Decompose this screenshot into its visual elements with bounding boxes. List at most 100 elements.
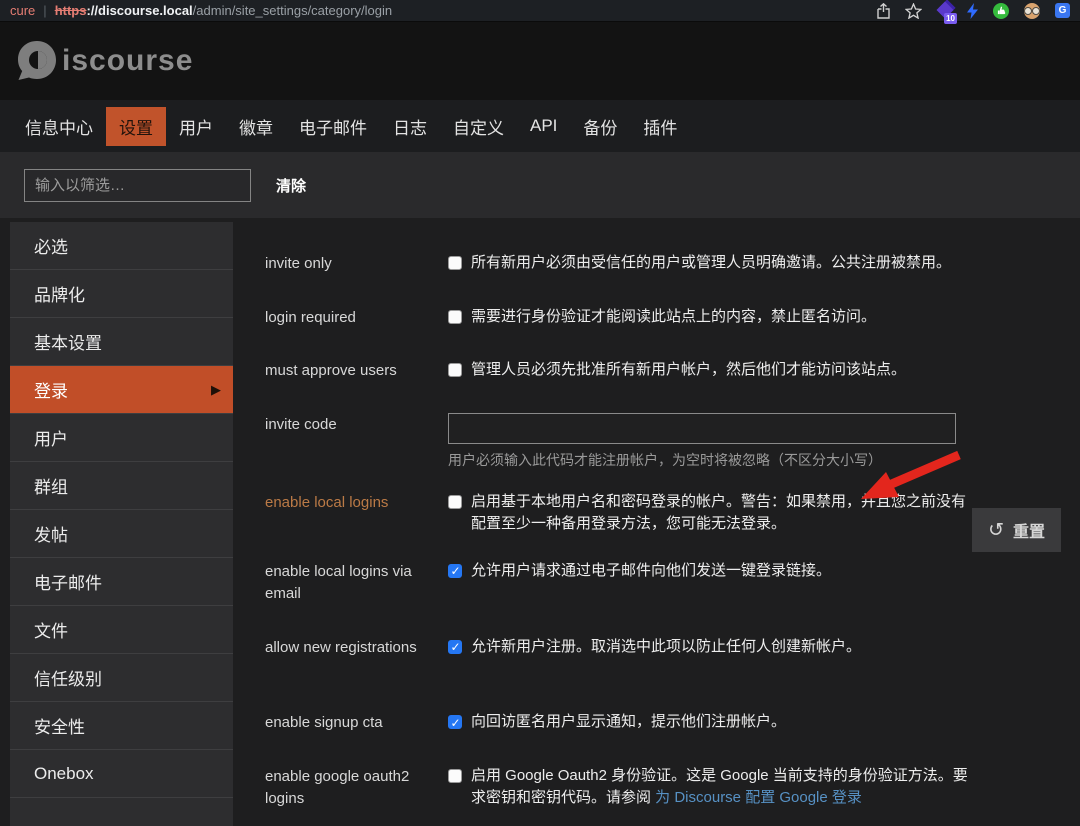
not-secure-label: cure: [10, 3, 36, 18]
sidebar-item-label: 登录: [34, 382, 68, 401]
tab-dashboard[interactable]: 信息中心: [12, 107, 106, 146]
setting-description: 允许新用户注册。取消选中此项以防止任何人创建新帐户。: [471, 637, 862, 655]
extension-badge: 10: [944, 13, 957, 24]
sidebar-item-onebox[interactable]: Onebox: [10, 750, 233, 798]
tab-backups[interactable]: 备份: [570, 107, 630, 146]
url-host: ://discourse.local: [86, 3, 193, 18]
sidebar-item-required[interactable]: 必选: [10, 222, 233, 270]
sidebar-item-posting[interactable]: 发帖: [10, 510, 233, 558]
settings-list: invite only 所有新用户必须由受信任的用户或管理人员明确邀请。公共注册…: [233, 218, 1080, 826]
setting-checkbox[interactable]: [448, 309, 462, 324]
setting-row-invite-only: invite only 所有新用户必须由受信任的用户或管理人员明确邀请。公共注册…: [265, 252, 1060, 276]
sidebar-item-label: 安全性: [34, 718, 85, 737]
setting-row-enable-local-logins-via-email: enable local logins via email 允许用户请求通过电子…: [265, 560, 1060, 606]
setting-row-enable-google-oauth2-logins: enable google oauth2 logins 启用 Google Oa…: [265, 765, 1060, 811]
setting-row-allow-new-registrations: allow new registrations 允许新用户注册。取消选中此项以防…: [265, 636, 1060, 660]
sidebar-item-files[interactable]: 文件: [10, 606, 233, 654]
caret-right-icon: ▶: [211, 381, 221, 397]
settings-main: 必选 品牌化 基本设置 登录 ▶ 用户 群组 发帖 电子邮件 文件 信任级别 安全…: [0, 218, 1080, 826]
settings-category-sidebar: 必选 品牌化 基本设置 登录 ▶ 用户 群组 发帖 电子邮件 文件 信任级别 安全…: [10, 222, 233, 826]
clear-filter-button[interactable]: 清除: [276, 175, 306, 196]
setting-label: invite only: [265, 255, 332, 272]
setting-label: login required: [265, 308, 356, 326]
sidebar-item-label: 必选: [34, 238, 68, 257]
setting-label: invite code: [265, 415, 337, 433]
sidebar-item-label: 文件: [34, 622, 68, 641]
url-path: /admin/site_settings/category/login: [192, 3, 393, 18]
tab-plugins[interactable]: 插件: [630, 107, 690, 146]
setting-description: 启用基于本地用户名和密码登录的帐户。警告：如果禁用，并且您之前没有配置至少一种备…: [471, 492, 967, 533]
url-scheme: https: [54, 3, 87, 18]
setting-label: must approve users: [265, 362, 397, 379]
setting-description: 需要进行身份验证才能阅读此站点上的内容，禁止匿名访问。: [471, 307, 877, 325]
setting-label: enable local logins via email: [265, 562, 412, 603]
sidebar-item-label: 用户: [34, 430, 68, 449]
setting-label: allow new registrations: [265, 638, 417, 656]
sidebar-item-label: 群组: [34, 478, 68, 497]
setting-checkbox[interactable]: [448, 494, 462, 509]
browser-address-bar: cure | https://discourse.local/admin/sit…: [0, 0, 1080, 24]
sidebar-item-label: 信任级别: [34, 670, 102, 689]
setting-checkbox[interactable]: [448, 638, 462, 656]
setting-row-must-approve-users: must approve users 管理人员必须先批准所有新用户帐户，然后他们…: [265, 359, 1060, 383]
setting-checkbox[interactable]: [448, 562, 462, 580]
setting-description: 向回访匿名用户显示通知，提示他们注册帐户。: [471, 713, 787, 730]
reset-label: 重置: [1012, 524, 1045, 541]
sidebar-item-label: Onebox: [34, 763, 94, 783]
tab-users[interactable]: 用户: [166, 107, 226, 146]
invite-code-input[interactable]: [448, 412, 956, 444]
setting-row-login-required: login required 需要进行身份验证才能阅读此站点上的内容，禁止匿名访…: [265, 306, 1060, 330]
sidebar-item-groups[interactable]: 群组: [10, 462, 233, 510]
bookmark-star-icon[interactable]: [905, 2, 922, 19]
tab-logs[interactable]: 日志: [380, 107, 440, 146]
extension-diamond-icon[interactable]: 10: [936, 1, 957, 24]
tab-emails[interactable]: 电子邮件: [286, 107, 380, 146]
logo-text: iscourse: [62, 44, 194, 77]
extension-lightning-icon[interactable]: [967, 2, 978, 19]
setting-row-invite-code: invite code 用户必须输入此代码才能注册帐户，为空时将被忽略（不区分大…: [265, 412, 1060, 471]
filter-input[interactable]: [24, 168, 251, 202]
setting-checkbox[interactable]: [448, 256, 462, 270]
setting-description: 管理人员必须先批准所有新用户帐户，然后他们才能访问该站点。: [471, 361, 907, 378]
setting-checkbox[interactable]: [448, 363, 462, 377]
setting-checkbox[interactable]: [448, 714, 462, 732]
sidebar-item-security[interactable]: 安全性: [10, 702, 233, 750]
setting-checkbox[interactable]: [448, 768, 462, 783]
settings-filter-bar: 清除: [0, 152, 1080, 218]
sidebar-item-partial[interactable]: [10, 798, 233, 826]
discourse-logo-icon: [18, 41, 56, 80]
tab-badges[interactable]: 徽章: [226, 107, 286, 146]
setting-label-overridden: enable local logins: [265, 493, 389, 511]
sidebar-item-label: 发帖: [34, 526, 68, 545]
sidebar-item-email[interactable]: 电子邮件: [10, 558, 233, 606]
google-config-link[interactable]: 为 Discourse 配置 Google 登录: [655, 789, 862, 806]
sidebar-item-users[interactable]: 用户: [10, 414, 233, 462]
setting-description: 所有新用户必须由受信任的用户或管理人员明确邀请。公共注册被禁用。: [471, 254, 952, 271]
setting-row-enable-local-logins: enable local logins 启用基于本地用户名和密码登录的帐户。警告…: [265, 491, 1060, 536]
url-divider: |: [43, 3, 47, 18]
sidebar-item-label: 基本设置: [34, 334, 102, 353]
extension-thumbs-up-icon[interactable]: [993, 2, 1009, 19]
setting-hint: 用户必须输入此代码才能注册帐户，为空时将被忽略（不区分大小写）: [448, 451, 882, 468]
setting-description: 启用 Google Oauth2 身份验证。这是 Google 当前支持的身份验…: [471, 765, 968, 810]
sidebar-item-branding[interactable]: 品牌化: [10, 270, 233, 318]
setting-description: 允许用户请求通过电子邮件向他们发送一键登录链接。: [471, 561, 832, 579]
reset-button[interactable]: ↺ 重置: [972, 508, 1061, 552]
sidebar-item-basic-setup[interactable]: 基本设置: [10, 318, 233, 366]
tab-api[interactable]: API: [517, 109, 570, 143]
setting-label: enable signup cta: [265, 714, 383, 731]
setting-row-enable-signup-cta: enable signup cta 向回访匿名用户显示通知，提示他们注册帐户。: [265, 711, 1060, 735]
sidebar-item-login[interactable]: 登录 ▶: [10, 366, 233, 414]
sidebar-item-trust-levels[interactable]: 信任级别: [10, 654, 233, 702]
setting-label: enable google oauth2 logins: [265, 767, 410, 808]
tab-customize[interactable]: 自定义: [440, 107, 517, 146]
extension-google-icon[interactable]: G: [1055, 3, 1070, 18]
discourse-logo[interactable]: iscourse: [14, 38, 193, 84]
share-icon[interactable]: [877, 2, 890, 19]
url-text[interactable]: https://discourse.local/admin/site_setti…: [55, 3, 392, 18]
sidebar-item-label: 电子邮件: [34, 574, 102, 593]
thumb-glyph: [997, 6, 1005, 15]
admin-tab-bar: 信息中心 设置 用户 徽章 电子邮件 日志 自定义 API 备份 插件: [0, 100, 1080, 152]
tab-settings[interactable]: 设置: [106, 106, 166, 146]
extension-goggles-face-icon[interactable]: [1024, 2, 1040, 19]
